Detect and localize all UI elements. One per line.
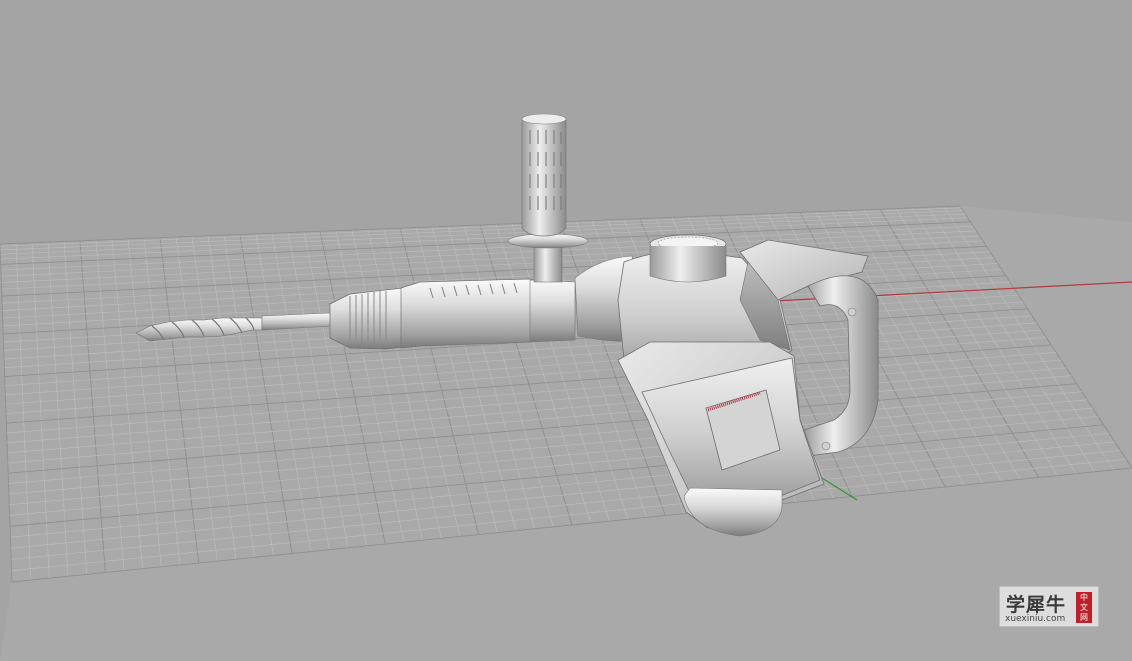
- rhino-perspective-viewport[interactable]: 学犀牛 xuexiniu.com 中 文 网: [0, 0, 1132, 661]
- watermark-title: 学犀牛: [1006, 594, 1067, 616]
- construction-grid: [0, 205, 1132, 661]
- scene-canvas[interactable]: [0, 0, 1132, 661]
- watermark-badge: 中 文 网: [1076, 592, 1092, 623]
- watermark-badge-char: 中: [1080, 593, 1088, 602]
- watermark-url: xuexiniu.com: [1005, 614, 1066, 624]
- watermark-logo: 学犀牛 xuexiniu.com 中 文 网: [999, 586, 1099, 627]
- watermark-badge-char: 网: [1080, 613, 1088, 622]
- watermark-badge-char: 文: [1080, 603, 1088, 612]
